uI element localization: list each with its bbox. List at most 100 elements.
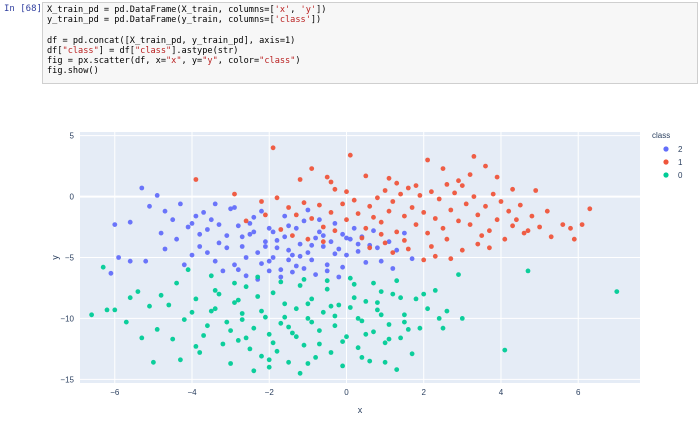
data-point-class-0 <box>235 297 241 303</box>
data-point-class-0 <box>193 344 199 349</box>
data-point-class-1 <box>324 174 330 180</box>
data-point-class-1 <box>309 216 315 221</box>
y-tick-label: 5 <box>70 132 75 141</box>
data-point-class-2 <box>112 222 118 227</box>
data-point-class-2 <box>127 258 133 264</box>
data-point-class-1 <box>452 190 457 196</box>
data-point-class-0 <box>266 364 272 370</box>
data-point-class-2 <box>270 255 276 260</box>
data-point-class-0 <box>243 335 249 341</box>
data-point-class-0 <box>351 281 357 287</box>
data-point-class-0 <box>239 317 245 322</box>
data-point-class-1 <box>363 225 369 231</box>
data-point-class-0 <box>158 292 164 298</box>
data-point-class-1 <box>502 236 508 242</box>
data-point-class-1 <box>297 177 303 182</box>
data-point-class-2 <box>274 245 280 251</box>
data-point-class-2 <box>263 244 268 249</box>
data-point-class-1 <box>498 199 504 204</box>
data-point-class-0 <box>340 339 345 344</box>
data-point-class-1 <box>301 200 307 206</box>
data-point-class-1 <box>456 218 461 224</box>
data-point-class-0 <box>235 338 241 343</box>
data-point-class-0 <box>212 288 218 293</box>
data-point-class-2 <box>158 230 164 236</box>
code-line: fig.show() <box>47 66 693 76</box>
data-point-class-0 <box>382 340 388 346</box>
data-point-class-2 <box>235 223 241 229</box>
data-point-class-1 <box>432 216 438 221</box>
data-point-class-1 <box>390 199 396 204</box>
data-point-class-0 <box>228 328 234 333</box>
data-point-class-1 <box>332 186 338 192</box>
data-point-class-2 <box>363 260 369 265</box>
data-point-class-2 <box>286 257 291 263</box>
legend-title: class <box>652 131 670 140</box>
code-string: "class" <box>62 45 99 56</box>
code-editor[interactable]: X_train_pd = pd.DataFrame(X_train, colum… <box>42 2 698 84</box>
data-point-class-2 <box>336 274 342 280</box>
data-point-class-1 <box>425 157 430 163</box>
data-point-class-1 <box>448 207 454 213</box>
y-tick-label: −15 <box>60 375 74 384</box>
data-point-class-1 <box>405 185 411 191</box>
y-axis-title: y <box>50 255 60 260</box>
data-point-class-0 <box>297 370 303 376</box>
data-point-class-0 <box>328 303 334 309</box>
data-point-class-2 <box>212 201 218 207</box>
legend-marker-class-0 <box>663 172 669 178</box>
data-point-class-1 <box>394 180 400 186</box>
data-point-class-1 <box>355 211 361 216</box>
data-point-class-1 <box>382 188 388 193</box>
data-point-class-0 <box>170 336 176 342</box>
data-point-class-1 <box>270 145 276 151</box>
x-tick-label: 2 <box>421 388 426 397</box>
data-point-class-2 <box>378 258 384 264</box>
data-point-class-2 <box>127 219 133 225</box>
data-point-class-1 <box>459 183 465 188</box>
data-point-class-2 <box>259 208 264 214</box>
data-point-class-1 <box>193 177 199 182</box>
data-point-class-2 <box>351 225 357 231</box>
data-point-class-2 <box>224 245 230 251</box>
data-point-class-1 <box>232 191 237 197</box>
data-point-class-0 <box>382 359 388 365</box>
data-point-class-2 <box>305 207 311 213</box>
data-point-class-2 <box>193 213 199 219</box>
data-point-class-1 <box>386 208 392 214</box>
data-point-class-2 <box>251 214 257 220</box>
data-point-class-2 <box>205 250 210 256</box>
data-point-class-0 <box>274 348 280 354</box>
data-point-class-2 <box>162 208 168 214</box>
data-point-class-1 <box>529 213 535 219</box>
data-point-class-0 <box>127 295 133 301</box>
data-point-class-0 <box>123 319 129 325</box>
data-point-class-2 <box>147 203 152 209</box>
data-point-class-0 <box>502 347 508 353</box>
data-point-class-2 <box>189 252 195 258</box>
data-point-class-1 <box>483 203 488 209</box>
data-point-class-2 <box>235 267 241 273</box>
data-point-class-0 <box>347 275 353 281</box>
data-point-class-2 <box>232 262 237 268</box>
data-point-class-0 <box>332 323 338 329</box>
legend-marker-class-2 <box>663 146 669 152</box>
data-point-class-2 <box>239 244 245 249</box>
code-text: ) <box>295 55 301 66</box>
x-tick-label: −6 <box>110 388 120 397</box>
data-point-class-2 <box>205 227 210 232</box>
data-point-class-0 <box>154 327 160 332</box>
data-point-class-2 <box>139 185 145 191</box>
code-text: ]) <box>316 5 327 15</box>
data-point-class-0 <box>293 334 299 340</box>
data-point-class-2 <box>189 221 195 226</box>
data-point-class-2 <box>301 266 307 271</box>
data-point-class-0 <box>324 286 330 292</box>
data-point-class-1 <box>467 172 473 177</box>
data-point-class-0 <box>224 319 230 325</box>
data-point-class-2 <box>313 272 318 277</box>
code-text: df[ <box>47 45 63 56</box>
data-point-class-1 <box>421 257 427 263</box>
data-point-class-0 <box>355 345 361 351</box>
